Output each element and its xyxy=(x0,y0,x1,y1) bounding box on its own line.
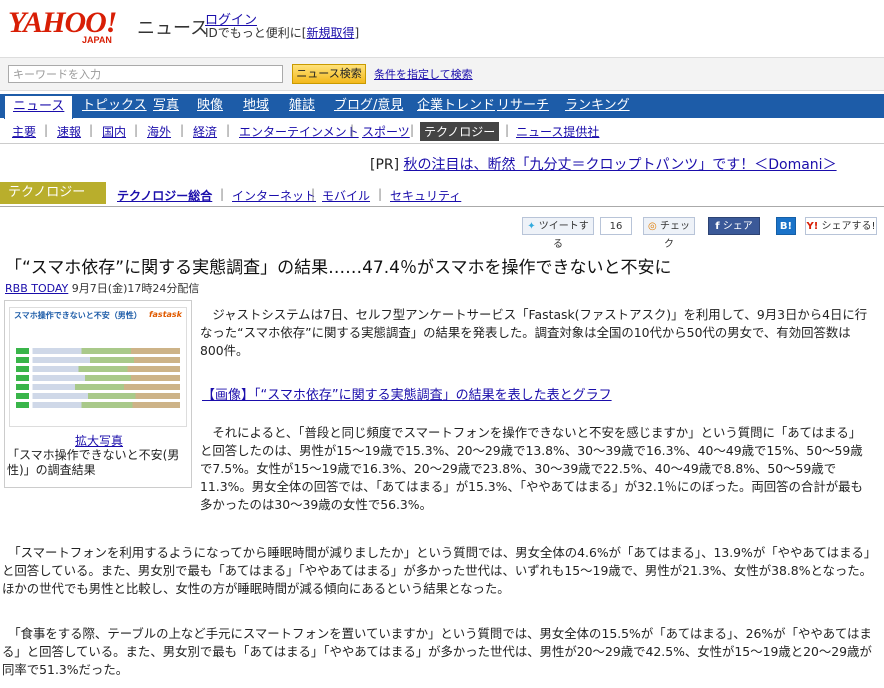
photo-caption: 「スマホ操作できないと不安(男性)」の調査結果 xyxy=(7,448,180,477)
facebook-icon: f xyxy=(715,221,720,232)
search-bar: キーワードを入力 ニュース検索 条件を指定して検索 xyxy=(0,57,884,91)
subnav-entertainment[interactable]: エンターテインメント xyxy=(239,123,359,140)
nav-news[interactable]: ニュース xyxy=(4,95,74,119)
nav-trends[interactable]: 企業トレンド xyxy=(417,94,495,118)
photo-box: スマホ操作できないと不安（男性） fastask 拡大写真 「スマホ操作できないと… xyxy=(4,300,192,488)
publish-date: 9月7日(金)17時24分配信 xyxy=(71,282,200,295)
thumb-brand: fastask xyxy=(149,310,182,319)
pr-label: [PR] xyxy=(370,157,400,173)
yahoo-japan-logo[interactable]: YAHOO! JAPAN xyxy=(8,8,134,46)
pr-link[interactable]: 秋の注目は、断然「九分丈＝クロップトパンツ」です！＜Domani＞ xyxy=(404,157,837,173)
service-name: ニュース xyxy=(137,18,209,38)
subnav-sports[interactable]: スポーツ xyxy=(362,123,410,140)
nav-video[interactable]: 映像 xyxy=(197,94,223,118)
cat-internet[interactable]: インターネット xyxy=(232,187,316,204)
sub-nav: 主要 | 速報 | 国内 | 海外 | 経済 | エンターテインメント | スポ… xyxy=(0,118,884,144)
logo-text: YAHOO! xyxy=(8,6,117,39)
subnav-technology[interactable]: テクノロジー xyxy=(420,122,500,141)
thumb-title: スマホ操作できないと不安（男性） xyxy=(14,311,142,320)
thumb-chart-rows xyxy=(16,348,180,408)
subnav-providers[interactable]: ニュース提供社 xyxy=(516,123,599,140)
subnav-main[interactable]: 主要 xyxy=(12,123,36,140)
thumb-header: スマホ操作できないと不安（男性） fastask xyxy=(10,308,186,323)
twitter-bird-icon: ✦ xyxy=(527,221,536,232)
enlarge-photo-link[interactable]: 拡大写真 xyxy=(75,432,123,449)
search-input[interactable]: キーワードを入力 xyxy=(8,65,283,83)
register-link[interactable]: 新規取得 xyxy=(306,26,354,40)
tweet-label: ツイートする xyxy=(538,221,589,250)
id-promo: IDでもっと便利に[新規取得] xyxy=(205,26,360,40)
logo-sub: JAPAN xyxy=(82,35,112,45)
main-nav: ニュース トピックス 写真 映像 地域 雑誌 ブログ/意見 企業トレンド リサー… xyxy=(0,94,884,119)
nav-photos[interactable]: 写真 xyxy=(153,94,179,118)
check-icon: ◎ xyxy=(648,221,657,232)
article-paragraph-2a: それによると、「普段と同じ頻度でスマートフォンを操作できないと不安を感じますか」… xyxy=(200,425,863,512)
article-title: 「“スマホ依存”に関する実態調査」の結果……47.4％がスマホを操作できないと不… xyxy=(5,258,672,278)
news-search-button[interactable]: ニュース検索 xyxy=(292,64,366,84)
cat-mobile[interactable]: モバイル xyxy=(322,187,370,204)
tweet-count: 16 xyxy=(600,217,632,235)
category-label: テクノロジー xyxy=(0,182,106,204)
category-bar: テクノロジー テクノロジー総合 | インターネット | モバイル | セキュリテ… xyxy=(0,182,884,207)
article-source-line: RBB TODAY 9月7日(金)17時24分配信 xyxy=(5,280,199,296)
image-link[interactable]: 【画像】「“スマホ依存”に関する実態調査」の結果を表した表とグラフ xyxy=(202,384,612,403)
subnav-breaking[interactable]: 速報 xyxy=(57,123,81,140)
cat-tech-all[interactable]: テクノロジー総合 xyxy=(117,187,212,204)
subnav-world[interactable]: 海外 xyxy=(147,123,171,140)
article-paragraph-3: 「スマートフォンを利用するようになってから睡眠時間が減りましたか」という質問では… xyxy=(2,545,873,596)
article-paragraph-1: ジャストシステムは7日、セルフ型アンケートサービス「Fastask(ファストアス… xyxy=(200,307,868,358)
hatena-bookmark-button[interactable]: B! xyxy=(776,217,796,235)
nav-topics[interactable]: トピックス xyxy=(82,94,147,118)
nav-local[interactable]: 地域 xyxy=(243,94,269,118)
pr-ad: [PR] 秋の注目は、断然「九分丈＝クロップトパンツ」です！＜Domani＞ xyxy=(370,154,837,174)
nav-research[interactable]: リサーチ xyxy=(497,94,549,118)
advanced-search-link[interactable]: 条件を指定して検索 xyxy=(374,66,473,82)
subnav-economy[interactable]: 経済 xyxy=(193,123,217,140)
id-promo-text: IDでもっと便利に xyxy=(205,26,302,40)
cat-security[interactable]: セキュリティ xyxy=(390,187,461,204)
yahoo-share-icon: Y! xyxy=(806,221,819,232)
nav-magazine[interactable]: 雑誌 xyxy=(289,94,315,118)
yahoo-share-button[interactable]: Y! シェアする! xyxy=(805,217,877,235)
facebook-share-button[interactable]: f シェア xyxy=(708,217,760,235)
photo-thumbnail[interactable]: スマホ操作できないと不安（男性） fastask xyxy=(9,307,187,427)
check-button[interactable]: ◎ チェック xyxy=(643,217,695,250)
article-paragraph-4: 「食事をする際、テーブルの上など手元にスマートフォンを置いていますか」という質問… xyxy=(2,626,872,677)
tweet-button[interactable]: ✦ ツイートする xyxy=(522,217,594,250)
nav-blog[interactable]: ブログ/意見 xyxy=(334,94,403,118)
source-link[interactable]: RBB TODAY xyxy=(5,282,68,295)
nav-ranking[interactable]: ランキング xyxy=(565,94,630,118)
subnav-domestic[interactable]: 国内 xyxy=(102,123,126,140)
